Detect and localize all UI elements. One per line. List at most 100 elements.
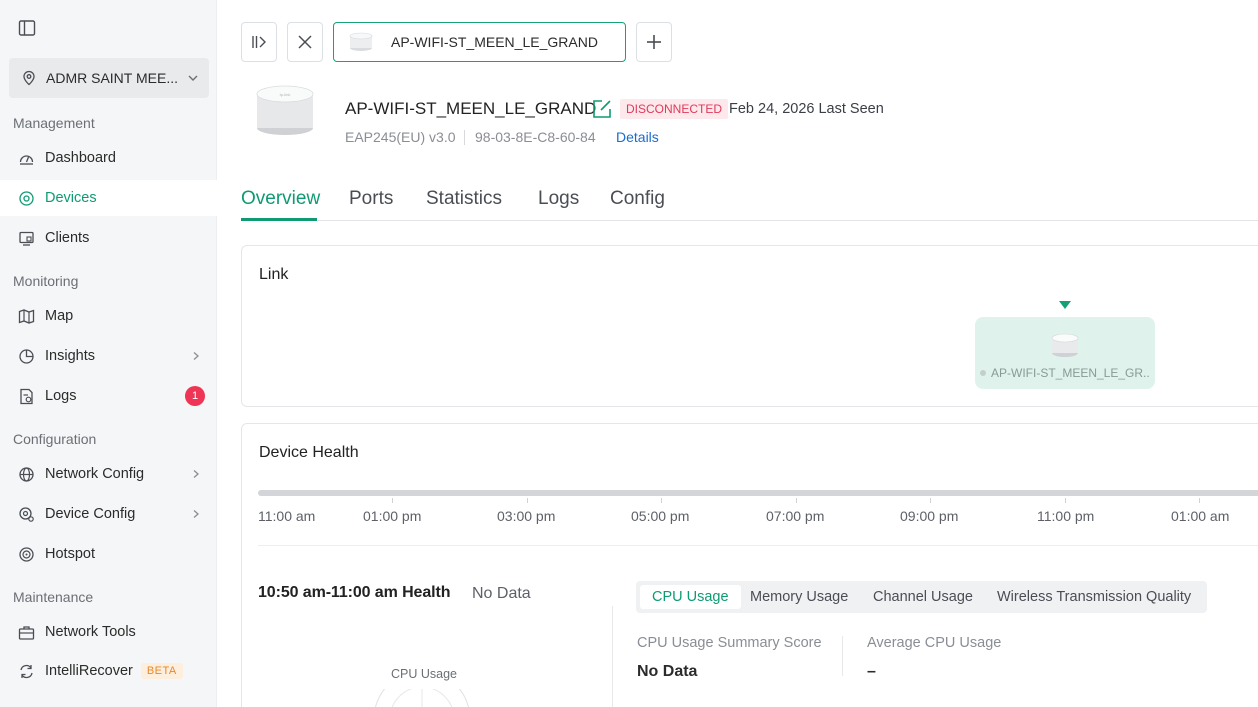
sidebar-item-intellirecover[interactable]: IntelliRecover BETA bbox=[0, 653, 217, 689]
edit-icon[interactable] bbox=[592, 99, 612, 119]
tab-ports[interactable]: Ports bbox=[349, 188, 393, 210]
sidebar-item-label: Network Config bbox=[45, 466, 145, 482]
gauge-label: CPU Usage bbox=[391, 667, 457, 681]
device-config-icon bbox=[19, 506, 34, 522]
tab-logs[interactable]: Logs bbox=[538, 188, 579, 210]
sidebar-item-network-config[interactable]: Network Config bbox=[0, 456, 217, 492]
sidebar-item-clients[interactable]: Clients bbox=[0, 220, 217, 256]
range-health-status: No Data bbox=[472, 585, 531, 602]
chevron-down-icon bbox=[188, 75, 198, 81]
clients-icon bbox=[19, 231, 34, 246]
sidebar-item-label: Clients bbox=[45, 230, 90, 246]
device-mac: 98-03-8E-C8-60-84 bbox=[475, 129, 596, 145]
hotspot-icon bbox=[19, 546, 34, 562]
sidebar-item-dashboard[interactable]: Dashboard bbox=[0, 140, 217, 176]
health-timeline-bar[interactable] bbox=[258, 490, 1258, 496]
timeline-label: 01:00 am bbox=[1171, 508, 1230, 524]
section-management: Management bbox=[13, 115, 95, 131]
sidebar-item-label: IntelliRecover bbox=[45, 663, 133, 679]
timeline-tick bbox=[1199, 498, 1200, 503]
divider bbox=[612, 606, 613, 707]
refresh-icon bbox=[20, 664, 33, 678]
sidebar-item-label: Hotspot bbox=[45, 546, 95, 562]
close-icon bbox=[298, 35, 312, 49]
topology-node[interactable]: AP-WIFI-ST_MEEN_LE_GR... bbox=[975, 317, 1155, 389]
sidebar-item-label: Dashboard bbox=[45, 150, 116, 166]
section-monitoring: Monitoring bbox=[13, 273, 79, 289]
timeline-tick bbox=[1065, 498, 1066, 503]
metric-tab-memory-usage[interactable]: Memory Usage bbox=[738, 585, 860, 609]
access-point-icon bbox=[349, 32, 373, 51]
site-name: ADMR SAINT MEE... bbox=[46, 70, 178, 86]
sidebar-item-label: Map bbox=[45, 308, 74, 324]
timeline-tick bbox=[796, 498, 797, 503]
svg-text:tp-link: tp-link bbox=[280, 92, 291, 97]
close-tab-button[interactable] bbox=[287, 22, 323, 62]
tab-config[interactable]: Config bbox=[610, 188, 665, 210]
sidebar: ADMR SAINT MEE... Management Dashboard D… bbox=[0, 0, 217, 707]
sidebar-item-insights[interactable]: Insights bbox=[0, 338, 217, 374]
timeline-label: 03:00 pm bbox=[497, 508, 556, 524]
link-card-title: Link bbox=[259, 266, 289, 283]
timeline-label: 11:00 pm bbox=[1037, 508, 1095, 524]
sidebar-item-label: Device Config bbox=[45, 506, 136, 522]
uplink-arrow-icon bbox=[1059, 301, 1071, 309]
tab-statistics[interactable]: Statistics bbox=[426, 188, 502, 210]
metric-tabs: CPU Usage Memory Usage Channel Usage Wir… bbox=[636, 581, 1207, 613]
access-point-icon bbox=[1051, 333, 1079, 357]
timeline-label: 07:00 pm bbox=[766, 508, 825, 524]
location-pin-icon bbox=[23, 70, 35, 86]
average-cpu-label: Average CPU Usage bbox=[867, 635, 1002, 651]
device-model: EAP245(EU) v3.0 bbox=[345, 129, 456, 145]
range-health-title: 10:50 am-11:00 am Health bbox=[258, 584, 451, 601]
toolbox-icon bbox=[18, 625, 35, 640]
sidebar-item-map[interactable]: Map bbox=[0, 298, 217, 334]
metric-tab-channel-usage[interactable]: Channel Usage bbox=[861, 585, 985, 609]
insights-icon bbox=[19, 348, 34, 364]
sidebar-item-hotspot[interactable]: Hotspot bbox=[0, 536, 217, 572]
status-badge: DISCONNECTED bbox=[620, 99, 729, 119]
globe-icon bbox=[19, 466, 34, 482]
tab-overview[interactable]: Overview bbox=[241, 188, 320, 210]
device-tab[interactable]: AP-WIFI-ST_MEEN_LE_GRAND bbox=[333, 22, 626, 62]
sidebar-item-logs[interactable]: Logs 1 bbox=[0, 378, 217, 414]
collapse-panel-icon bbox=[252, 36, 266, 48]
link-card: Link AP-WIFI-ST_MEEN_LE_GR... bbox=[241, 245, 1258, 407]
chevron-right-icon bbox=[193, 352, 199, 360]
summary-score-value: No Data bbox=[637, 663, 698, 680]
collapse-panel-button[interactable] bbox=[241, 22, 277, 62]
timeline-tick bbox=[930, 498, 931, 503]
details-link[interactable]: Details bbox=[616, 129, 659, 145]
timeline-label: 01:00 pm bbox=[363, 508, 422, 524]
timeline-tick bbox=[392, 498, 393, 503]
section-maintenance: Maintenance bbox=[13, 589, 94, 605]
divider bbox=[464, 130, 465, 145]
divider bbox=[258, 545, 1258, 546]
access-point-image: tp-link bbox=[256, 85, 314, 135]
divider bbox=[842, 636, 843, 676]
metric-tab-cpu-usage[interactable]: CPU Usage bbox=[640, 585, 741, 609]
sidebar-item-device-config[interactable]: Device Config bbox=[0, 496, 217, 532]
chevron-right-icon bbox=[193, 470, 199, 478]
chevron-right-icon bbox=[193, 510, 199, 518]
sidebar-item-label: Network Tools bbox=[45, 624, 136, 640]
add-tab-button[interactable] bbox=[636, 22, 672, 62]
last-seen: Feb 24, 2026 Last Seen bbox=[729, 101, 884, 117]
sidebar-item-devices[interactable]: Devices bbox=[0, 180, 217, 216]
devices-icon bbox=[19, 190, 34, 206]
timeline-label: 05:00 pm bbox=[631, 508, 690, 524]
sidebar-item-label: Devices bbox=[45, 190, 97, 206]
site-selector[interactable]: ADMR SAINT MEE... bbox=[9, 58, 209, 98]
dashboard-icon bbox=[19, 154, 34, 165]
sidebar-item-network-tools[interactable]: Network Tools bbox=[0, 614, 217, 650]
sidebar-item-label: Insights bbox=[45, 348, 95, 364]
logs-count-badge: 1 bbox=[185, 386, 205, 406]
device-name: AP-WIFI-ST_MEEN_LE_GRAND bbox=[345, 99, 597, 118]
timeline-label: 11:00 am bbox=[258, 508, 316, 524]
sidebar-toggle-icon[interactable] bbox=[18, 19, 36, 37]
plus-icon bbox=[647, 35, 661, 49]
average-cpu-value: – bbox=[867, 663, 876, 680]
active-tab-indicator bbox=[241, 218, 317, 221]
device-health-card: Device Health 11:00 am 01:00 pm 03:00 pm… bbox=[241, 423, 1258, 707]
metric-tab-wireless-quality[interactable]: Wireless Transmission Quality bbox=[985, 585, 1203, 609]
